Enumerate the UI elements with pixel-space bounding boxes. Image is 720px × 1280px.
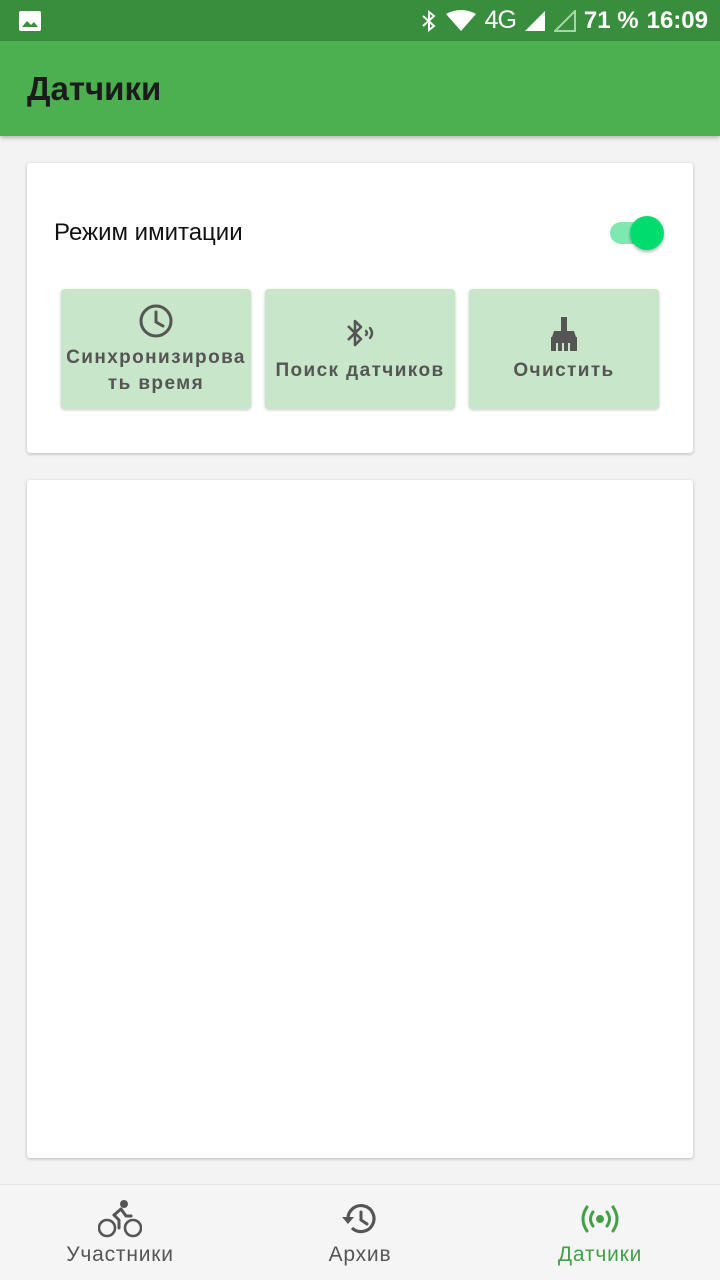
imitation-mode-switch[interactable]: [606, 213, 666, 253]
signal-empty-icon: [553, 9, 576, 32]
wifi-icon: [445, 9, 477, 32]
broom-icon: [546, 314, 582, 354]
bluetooth-icon: [421, 9, 437, 33]
nav-archive[interactable]: Архив: [240, 1185, 480, 1280]
network-type: 4G: [484, 6, 517, 34]
signal-icon: [524, 10, 546, 32]
search-sensors-label: Поиск датчиков: [275, 360, 445, 381]
bottom-navigation: Участники Архив Датчики: [0, 1184, 720, 1280]
battery-level: 71 %: [583, 6, 639, 34]
image-icon: [18, 10, 42, 32]
sensors-icon: [578, 1199, 622, 1239]
sensors-list: [27, 480, 693, 1158]
clock-icon: [138, 301, 174, 341]
clear-label: Очистить: [513, 360, 615, 381]
page-title: Датчики: [27, 69, 162, 107]
nav-sensors[interactable]: Датчики: [480, 1185, 720, 1280]
imitation-mode-label: Режим имитации: [54, 219, 243, 246]
sync-time-button[interactable]: Синхронизировать время: [61, 289, 251, 409]
clear-button[interactable]: Очистить: [469, 289, 659, 409]
imitation-mode-row: Режим имитации: [54, 211, 666, 255]
clock-time: 16:09: [646, 6, 708, 34]
nav-participants-label: Участники: [66, 1242, 174, 1266]
bluetooth-searching-icon: [342, 314, 378, 354]
nav-archive-label: Архив: [328, 1242, 392, 1266]
status-bar: 4G 71 % 16:09: [0, 0, 720, 41]
history-icon: [340, 1199, 380, 1239]
bike-icon: [98, 1199, 142, 1239]
nav-participants[interactable]: Участники: [0, 1185, 240, 1280]
switch-thumb: [630, 216, 664, 250]
app-bar: Датчики: [0, 41, 720, 136]
search-sensors-button[interactable]: Поиск датчиков: [265, 289, 455, 409]
controls-card: Режим имитации Синхронизировать время По…: [27, 163, 693, 453]
nav-sensors-label: Датчики: [557, 1242, 643, 1266]
sync-time-label: Синхронизировать время: [66, 347, 246, 394]
